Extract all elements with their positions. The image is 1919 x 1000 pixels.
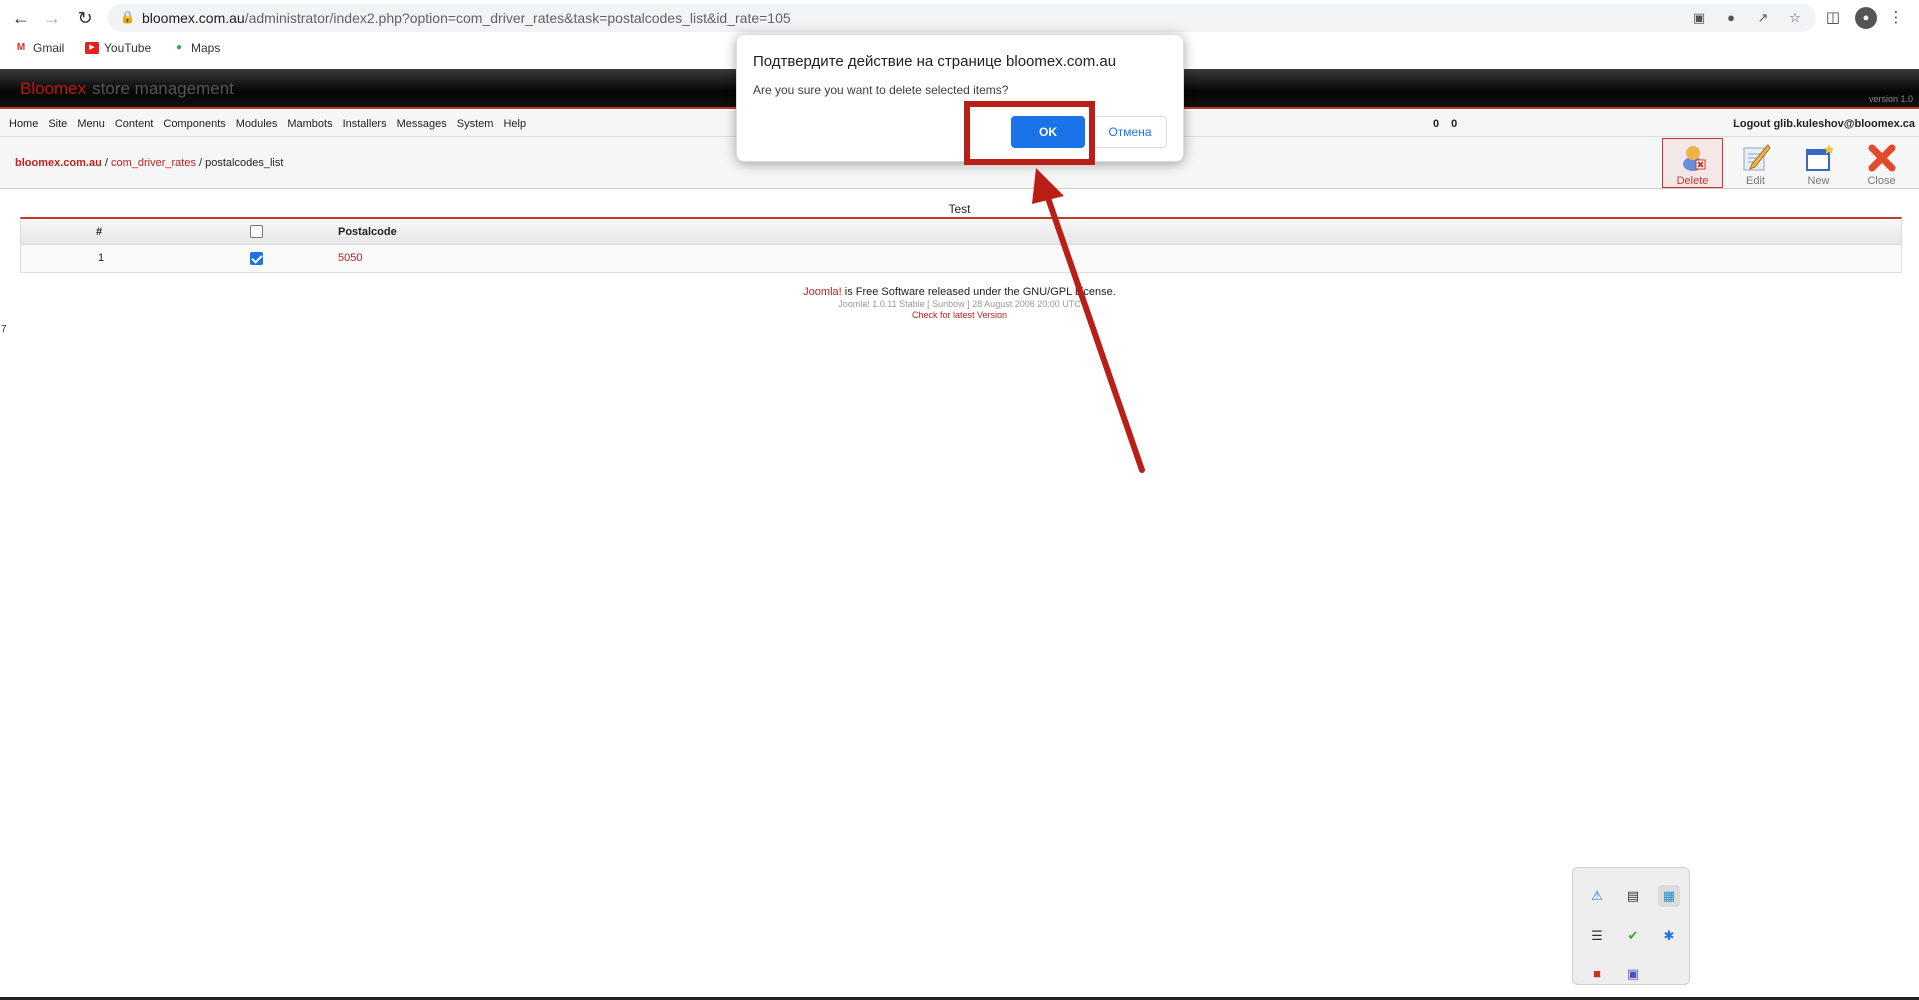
table-header-row: # Postalcode [21,219,1901,245]
menu-item-system[interactable]: System [457,118,494,130]
row-num: 1 [98,252,105,264]
back-arrow-icon[interactable]: ← [9,6,33,30]
version-line: Joomla! 1.0.11 Stable [ Sunbow ] 28 Augu… [838,299,1081,309]
breadcrumb-component[interactable]: com_driver_rates [111,157,196,169]
breadcrumb-root[interactable]: bloomex.com.au [15,157,102,169]
dialog-title: Подтвердите действие на странице bloomex… [753,53,1117,70]
menu-item-messages[interactable]: Messages [397,118,447,130]
share-icon[interactable]: ↗ [1754,9,1772,27]
antivirus-icon[interactable]: ■ [1586,963,1608,985]
address-bar-row: ← → ↻ 🔒 bloomex.com.au/administrator/ind… [0,0,1919,36]
location-icon[interactable]: ● [1722,9,1740,27]
delete-icon [1682,146,1705,171]
security-warning-icon[interactable]: ⚠ [1586,885,1608,907]
cancel-button[interactable]: Отмена [1093,116,1167,148]
new-icon [1805,144,1834,171]
bookmark-label: Maps [191,41,221,55]
action-toolbar: Delete Edit New Close [1661,137,1913,189]
url-host: bloomex.com.au [142,10,245,26]
close-label: Close [1867,175,1896,187]
teams-icon[interactable]: ▣ [1622,963,1644,985]
close-icon [1868,144,1895,172]
app-window-icon[interactable]: ▦ [1658,885,1680,907]
menu-item-help[interactable]: Help [503,118,526,130]
license-text: is Free Software released under the GNU/… [841,286,1116,298]
page-title: Test [948,202,971,216]
network-icon[interactable]: ▤ [1622,885,1644,907]
message-counters: 0 0 [1433,118,1457,130]
edit-label: Edit [1746,175,1765,187]
bookmark-label: YouTube [104,41,152,55]
ok-button[interactable]: OK [1011,116,1085,148]
bookmark-youtube[interactable]: ▶ YouTube [85,41,151,55]
breadcrumb-task: postalcodes_list [205,157,284,169]
new-label: New [1807,175,1830,187]
joomla-link[interactable]: Joomla! [803,286,842,298]
admin-menu: Home Site Menu Content Components Module… [9,118,526,130]
menu-item-mambots[interactable]: Mambots [287,118,332,130]
menu-item-menu[interactable]: Menu [77,118,105,130]
confirm-dialog: Подтвердите действие на странице bloomex… [736,34,1184,162]
display-icon[interactable]: ☰ [1586,925,1608,947]
lock-icon: 🔒 [120,10,135,24]
menu-item-home[interactable]: Home [9,118,38,130]
shield-check-icon[interactable]: ✔ [1622,925,1644,947]
delete-button[interactable]: Delete [1662,138,1723,188]
header-postalcode[interactable]: Postalcode [338,226,397,238]
profile-avatar[interactable]: ● [1855,7,1877,29]
logout-link[interactable]: Logout glib.kuleshov@bloomex.ca [1733,118,1915,130]
maps-icon: ● [175,42,183,53]
new-button[interactable]: New [1788,138,1849,188]
header-num: # [96,226,103,238]
row-checkbox[interactable] [250,252,263,265]
edit-button[interactable]: Edit [1725,138,1786,188]
menu-item-modules[interactable]: Modules [236,118,278,130]
youtube-icon: ▶ [85,42,99,54]
postalcode-link[interactable]: 5050 [338,252,362,264]
menu-item-site[interactable]: Site [48,118,67,130]
footer-license: Joomla! is Free Software released under … [0,286,1919,298]
brand-main: Bloomex [20,79,87,98]
version-label: version 1.0 [1868,94,1913,104]
url-path: /administrator/index2.php?option=com_dri… [244,10,791,26]
counter-b[interactable]: 0 [1451,118,1457,130]
postalcodes-table: # Postalcode 1 5050 [20,217,1902,273]
url-field[interactable]: 🔒 bloomex.com.au/administrator/index2.ph… [108,4,1816,32]
bluetooth-icon[interactable]: ✱ [1658,925,1680,947]
check-version-link[interactable]: Check for latest Version [0,310,1919,320]
bookmark-gmail[interactable]: M Gmail [14,41,65,55]
kebab-menu-icon[interactable]: ⋮ [1884,6,1908,30]
menu-item-components[interactable]: Components [163,118,225,130]
url-text: bloomex.com.au/administrator/index2.php?… [142,10,791,26]
stray-text: 7 [1,324,7,335]
select-all-checkbox[interactable] [250,225,263,238]
bookmark-star-icon[interactable]: ☆ [1786,9,1804,27]
delete-label: Delete [1676,175,1709,187]
forward-arrow-icon[interactable]: → [40,6,64,30]
dialog-message: Are you sure you want to delete selected… [753,83,1009,97]
side-panel-icon[interactable]: ◫ [1821,6,1845,30]
brand-sub: store management [92,79,234,98]
menu-item-installers[interactable]: Installers [343,118,387,130]
counter-a[interactable]: 0 [1433,118,1439,130]
breadcrumb: bloomex.com.au / com_driver_rates / post… [15,157,283,169]
breadcrumb-separator: / [101,157,111,169]
bookmark-label: Gmail [33,41,65,55]
translate-icon[interactable]: ▣ [1690,9,1708,27]
close-button[interactable]: Close [1851,138,1912,188]
menu-item-content[interactable]: Content [115,118,154,130]
reload-icon[interactable]: ↻ [73,6,97,30]
page-footer: Joomla! is Free Software released under … [0,286,1919,320]
brand-logo: Bloomex store management [20,79,234,99]
edit-icon [1743,144,1771,171]
table-row: 1 5050 [21,245,1901,272]
breadcrumb-separator: / [195,157,206,169]
system-tray-popup: ⚠ ▤ ▦ ☰ ✔ ✱ ■ ▣ [1572,867,1690,985]
bookmark-maps[interactable]: ● Maps [172,41,220,55]
gmail-icon: M [16,42,26,53]
